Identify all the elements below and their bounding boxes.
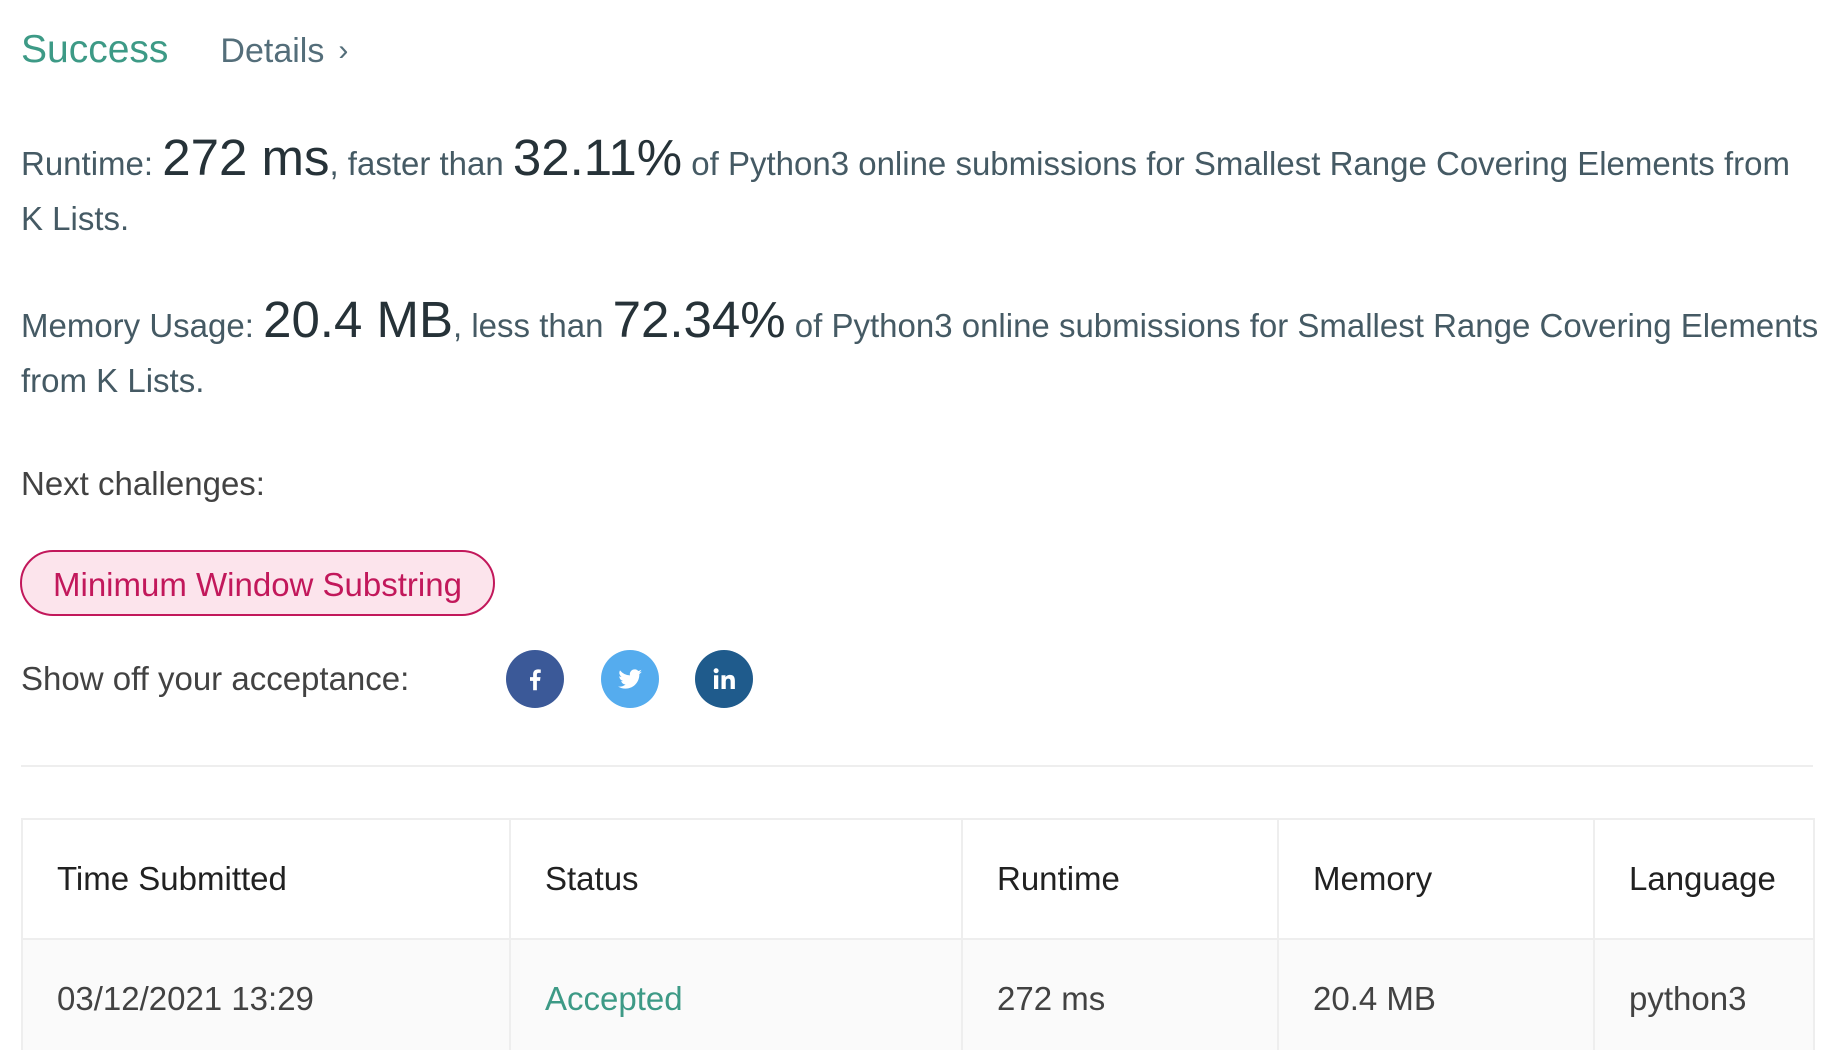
cell-language: python3 bbox=[1593, 938, 1815, 1050]
runtime-value: 272 ms bbox=[162, 129, 330, 186]
memory-stat: Memory Usage: 20.4 MB, less than 72.34% … bbox=[21, 292, 1821, 408]
details-label: Details bbox=[220, 32, 325, 70]
twitter-icon bbox=[618, 669, 642, 689]
memory-percent: 72.34% bbox=[612, 291, 786, 348]
details-link[interactable]: Details › bbox=[220, 32, 348, 71]
next-challenges-label: Next challenges: bbox=[21, 465, 265, 502]
submissions-table: Time Submitted Status Runtime Memory Lan… bbox=[21, 818, 1815, 1050]
cell-time-submitted: 03/12/2021 13:29 bbox=[21, 938, 511, 1050]
memory-value: 20.4 MB bbox=[263, 291, 454, 348]
header-status: Status bbox=[509, 818, 963, 940]
linkedin-icon bbox=[713, 668, 735, 689]
section-divider bbox=[21, 765, 1813, 767]
share-label: Show off your acceptance: bbox=[21, 660, 410, 697]
twitter-share-button[interactable] bbox=[601, 650, 659, 708]
runtime-mid-text: , faster than bbox=[329, 145, 513, 182]
status-title: Success bbox=[21, 28, 169, 71]
cell-runtime: 272 ms bbox=[961, 938, 1279, 1050]
memory-label: Memory Usage: bbox=[21, 307, 264, 344]
result-header: Success Details › bbox=[21, 28, 348, 72]
challenge-link-minimum-window-substring[interactable]: Minimum Window Substring bbox=[20, 550, 495, 616]
cell-memory: 20.4 MB bbox=[1277, 938, 1595, 1050]
chevron-right-icon: › bbox=[338, 33, 349, 67]
header-time-submitted: Time Submitted bbox=[21, 818, 511, 940]
runtime-stat: Runtime: 272 ms, faster than 32.11% of P… bbox=[21, 130, 1821, 246]
cell-status-accepted-link[interactable]: Accepted bbox=[509, 938, 963, 1050]
header-memory: Memory bbox=[1277, 818, 1595, 940]
facebook-icon bbox=[530, 669, 541, 691]
linkedin-share-button[interactable] bbox=[695, 650, 753, 708]
memory-mid-text: , less than bbox=[453, 307, 613, 344]
runtime-label: Runtime: bbox=[21, 145, 163, 182]
submission-result-page: Success Details › Runtime: 272 ms, faste… bbox=[0, 0, 1834, 1050]
table-row: 03/12/2021 13:29 Accepted 272 ms 20.4 MB… bbox=[21, 938, 1815, 1050]
header-language: Language bbox=[1593, 818, 1815, 940]
facebook-share-button[interactable] bbox=[506, 650, 564, 708]
table-header-row: Time Submitted Status Runtime Memory Lan… bbox=[21, 818, 1815, 940]
header-runtime: Runtime bbox=[961, 818, 1279, 940]
runtime-percent: 32.11% bbox=[512, 129, 683, 186]
